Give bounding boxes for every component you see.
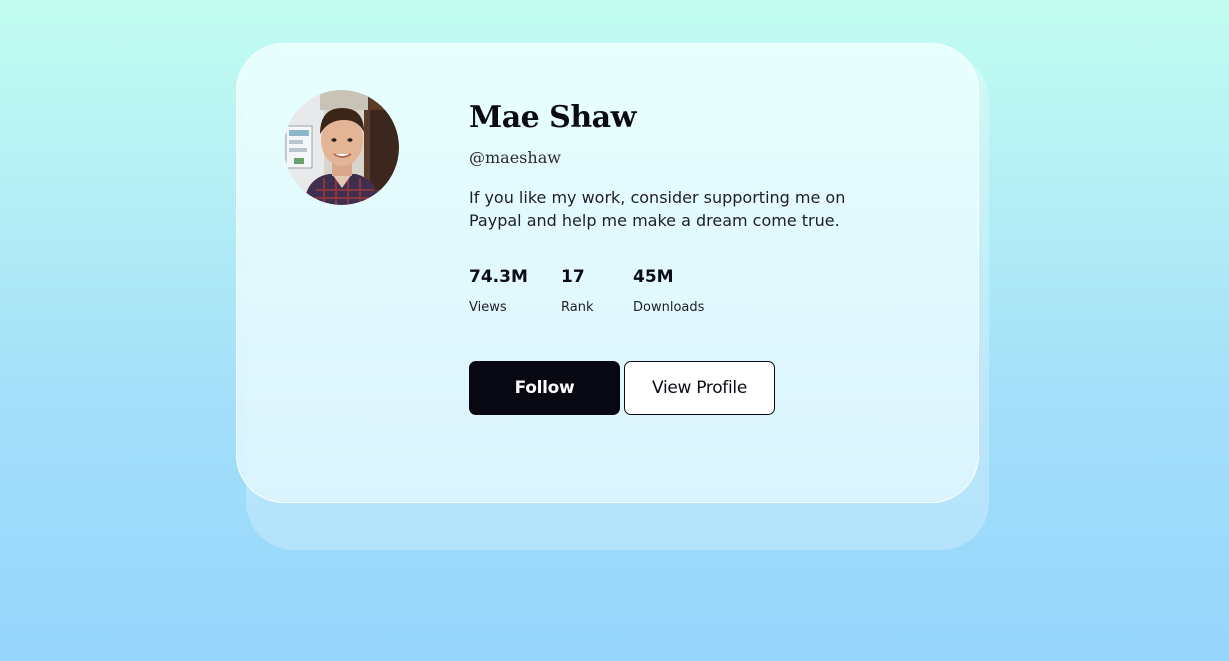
- profile-name: Mae Shaw: [469, 100, 636, 135]
- stat-rank: 17 Rank: [561, 267, 633, 315]
- stat-label: Rank: [561, 300, 594, 315]
- profile-card: Mae Shaw @maeshaw If you like my work, c…: [236, 43, 979, 503]
- stat-label: Downloads: [633, 300, 705, 315]
- stat-value: 74.3M: [469, 267, 528, 287]
- profile-photo-icon: [284, 90, 399, 205]
- stat-label: Views: [469, 300, 507, 315]
- stat-downloads: 45M Downloads: [633, 267, 733, 315]
- follow-button[interactable]: Follow: [469, 361, 620, 415]
- stats-row: 74.3M Views 17 Rank 45M Downloads: [469, 267, 733, 315]
- stat-views: 74.3M Views: [469, 267, 561, 315]
- action-buttons: Follow View Profile: [469, 361, 775, 415]
- view-profile-button[interactable]: View Profile: [624, 361, 775, 415]
- avatar[interactable]: [284, 90, 399, 205]
- stat-value: 17: [561, 267, 585, 287]
- profile-bio: If you like my work, consider supporting…: [469, 188, 846, 230]
- stat-value: 45M: [633, 267, 674, 287]
- profile-handle: @maeshaw: [469, 148, 561, 167]
